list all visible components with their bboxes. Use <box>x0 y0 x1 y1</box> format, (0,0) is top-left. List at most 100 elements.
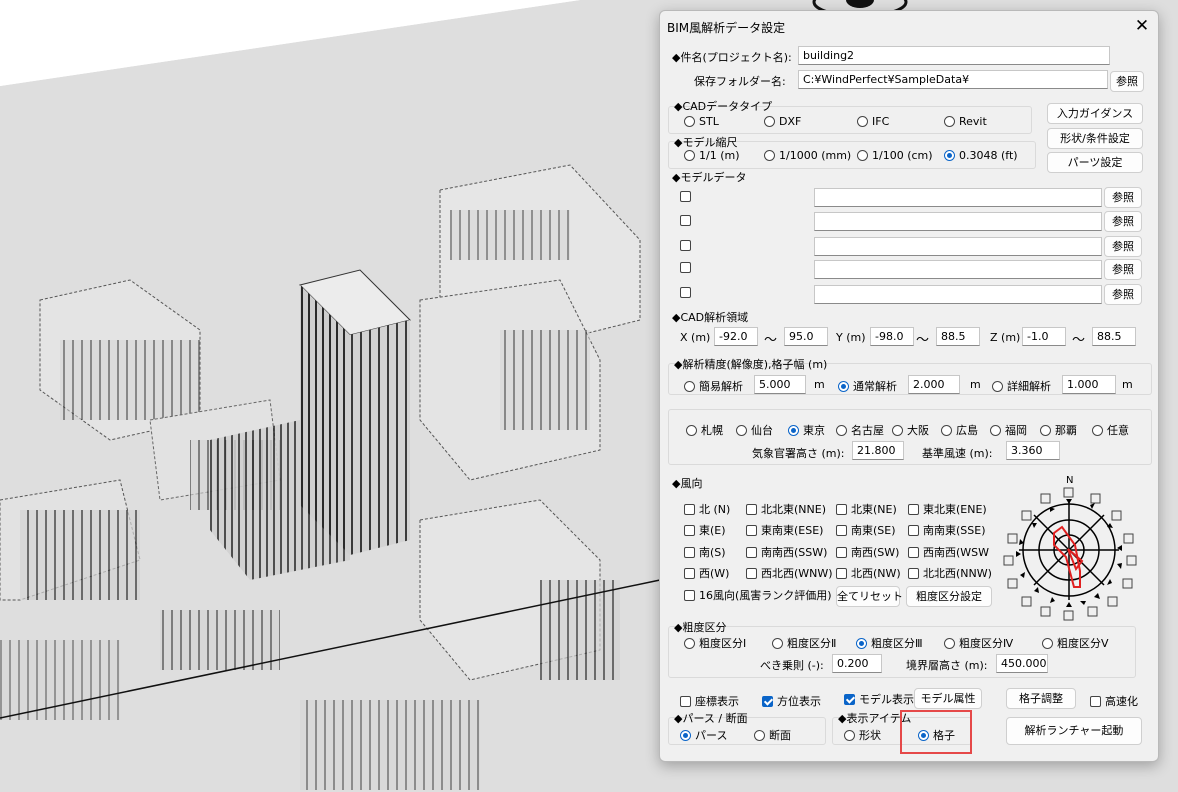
city-naha[interactable]: 那覇 <box>1040 422 1077 438</box>
wind-dir-ese[interactable]: 東南東(ESE) <box>746 522 823 538</box>
precision-detail-input[interactable]: 1.000 <box>1062 375 1116 394</box>
launch-analysis-button[interactable]: 解析ランチャー起動 <box>1006 717 1142 745</box>
boundary-layer-input[interactable]: 450.000 <box>996 654 1048 673</box>
model-data-checkbox-4[interactable] <box>680 262 695 273</box>
scale-1-100[interactable]: 1/100 (cm) <box>857 149 933 162</box>
tilde: ～ <box>916 333 930 348</box>
compass-display-check[interactable]: 方位表示 <box>762 693 821 709</box>
scale-1-1000[interactable]: 1/1000 (mm) <box>764 149 851 162</box>
checkbox-icon <box>680 287 691 298</box>
reset-all-button[interactable]: 全てリセット <box>836 586 903 607</box>
y-min-input[interactable]: -98.0 <box>870 327 914 346</box>
z-max-input[interactable]: 88.5 <box>1092 327 1136 346</box>
model-data-checkbox-5[interactable] <box>680 287 695 298</box>
precision-detail[interactable]: 詳細解析 <box>992 378 1051 394</box>
wind-dir-nne[interactable]: 北北東(NNE) <box>746 501 826 517</box>
scale-ft[interactable]: 0.3048 (ft) <box>944 149 1018 162</box>
input-guidance-button[interactable]: 入力ガイダンス <box>1047 103 1143 124</box>
checkbox-icon <box>1090 695 1101 707</box>
model-data-checkbox-1[interactable] <box>680 191 695 202</box>
wind-dir-wnw[interactable]: 西北西(WNW) <box>746 565 833 581</box>
y-max-input[interactable]: 88.5 <box>936 327 980 346</box>
wind-dir-w[interactable]: 西(W) <box>684 565 729 581</box>
parts-settings-button[interactable]: パーツ設定 <box>1047 152 1143 173</box>
cad-type-revit[interactable]: Revit <box>944 115 987 128</box>
roughness-group <box>668 626 1136 678</box>
precision-simple[interactable]: 簡易解析 <box>684 378 743 394</box>
fast-mode-check[interactable]: 高速化 <box>1090 693 1138 709</box>
scale-1-1[interactable]: 1/1 (m) <box>684 149 740 162</box>
wind-dir-s[interactable]: 南(S) <box>684 544 726 560</box>
grid-adjust-button[interactable]: 格子調整 <box>1006 688 1076 709</box>
model-data-browse-3[interactable]: 参照 <box>1104 236 1142 257</box>
model-data-input-1[interactable] <box>814 188 1102 207</box>
roughness-3[interactable]: 粗度区分Ⅲ <box>856 635 923 651</box>
radio-icon <box>990 424 1001 436</box>
wind-dir-sw[interactable]: 南西(SW) <box>836 544 899 560</box>
model-data-browse-1[interactable]: 参照 <box>1104 187 1142 208</box>
model-data-browse-2[interactable]: 参照 <box>1104 211 1142 232</box>
model-data-browse-5[interactable]: 参照 <box>1104 284 1142 305</box>
model-data-checkbox-3[interactable] <box>680 240 695 251</box>
ref-speed-input[interactable]: 3.360 <box>1006 441 1060 460</box>
city-hiroshima[interactable]: 広島 <box>941 422 978 438</box>
precision-normal-input[interactable]: 2.000 <box>908 375 960 394</box>
model-display-check[interactable]: モデル表示 <box>844 691 914 707</box>
wind-dir-sse[interactable]: 南南東(SSE) <box>908 522 986 538</box>
station-height-input[interactable]: 21.800 <box>852 441 904 460</box>
model-attributes-button[interactable]: モデル属性 <box>914 688 982 709</box>
wind-dir-se[interactable]: 南東(SE) <box>836 522 896 538</box>
model-data-checkbox-2[interactable] <box>680 215 695 226</box>
bim-wind-settings-dialog: BIM風解析データ設定 ✕ ◆件名(プロジェクト名): building2 保存… <box>659 10 1159 762</box>
wind-dir-e[interactable]: 東(E) <box>684 522 726 538</box>
wind-dir-ssw[interactable]: 南南西(SSW) <box>746 544 827 560</box>
city-tokyo[interactable]: 東京 <box>788 422 825 438</box>
folder-input[interactable]: C:¥WindPerfect¥SampleData¥ <box>798 70 1108 89</box>
wind-dir-nw[interactable]: 北西(NW) <box>836 565 901 581</box>
radio-icon <box>1040 424 1051 436</box>
coord-display-check[interactable]: 座標表示 <box>680 693 739 709</box>
project-name-input[interactable]: building2 <box>798 46 1110 65</box>
roughness-1[interactable]: 粗度区分Ⅰ <box>684 635 746 651</box>
roughness-4[interactable]: 粗度区分Ⅳ <box>944 635 1013 651</box>
city-custom[interactable]: 任意 <box>1092 422 1129 438</box>
view-perspective[interactable]: パース <box>680 727 727 743</box>
wind-dir-nnw[interactable]: 北北西(NNW) <box>908 565 992 581</box>
cad-type-ifc[interactable]: IFC <box>857 115 889 128</box>
view-section[interactable]: 断面 <box>754 727 791 743</box>
model-data-input-5[interactable] <box>814 285 1102 304</box>
model-data-input-4[interactable] <box>814 260 1102 279</box>
wind-dir-ne[interactable]: 北東(NE) <box>836 501 897 517</box>
roughness-label: ◆粗度区分 <box>674 621 727 634</box>
wind-dir-n[interactable]: 北 (N) <box>684 501 730 517</box>
precision-normal[interactable]: 通常解析 <box>838 378 897 394</box>
roughness-setting-button[interactable]: 粗度区分設定 <box>906 586 992 607</box>
roughness-2[interactable]: 粗度区分Ⅱ <box>772 635 836 651</box>
wind-dir-wsw[interactable]: 西南西(WSW <box>908 544 989 560</box>
cad-type-dxf[interactable]: DXF <box>764 115 801 128</box>
shape-condition-button[interactable]: 形状/条件設定 <box>1047 128 1143 149</box>
close-icon[interactable]: ✕ <box>1130 14 1154 38</box>
city-osaka[interactable]: 大阪 <box>892 422 929 438</box>
x-min-input[interactable]: -92.0 <box>714 327 758 346</box>
cad-type-stl[interactable]: STL <box>684 115 719 128</box>
x-max-input[interactable]: 95.0 <box>784 327 828 346</box>
model-data-browse-4[interactable]: 参照 <box>1104 259 1142 280</box>
power-law-input[interactable]: 0.200 <box>832 654 882 673</box>
wind-dir-ene[interactable]: 東北東(ENE) <box>908 501 987 517</box>
precision-simple-input[interactable]: 5.000 <box>754 375 806 394</box>
city-sapporo[interactable]: 札幌 <box>686 422 723 438</box>
display-item-shape[interactable]: 形状 <box>844 727 881 743</box>
city-nagoya[interactable]: 名古屋 <box>836 422 884 438</box>
model-data-input-3[interactable] <box>814 237 1102 256</box>
checkbox-icon <box>908 503 919 515</box>
checkbox-icon <box>684 546 695 558</box>
city-sendai[interactable]: 仙台 <box>736 422 773 438</box>
wind-rose-icon[interactable]: N <box>1000 471 1150 621</box>
roughness-5[interactable]: 粗度区分Ⅴ <box>1042 635 1109 651</box>
city-fukuoka[interactable]: 福岡 <box>990 422 1027 438</box>
z-min-input[interactable]: -1.0 <box>1022 327 1066 346</box>
folder-browse-button[interactable]: 参照 <box>1110 71 1144 92</box>
wind-16-check[interactable]: 16風向(風害ランク評価用) <box>684 587 832 603</box>
model-data-input-2[interactable] <box>814 212 1102 231</box>
